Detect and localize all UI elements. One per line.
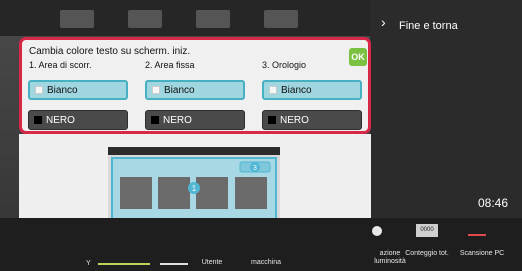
shortcut-chip (128, 10, 162, 28)
black-swatch-icon (34, 116, 42, 124)
column-label-scroll-area: 1. Area di scorr. (29, 60, 92, 70)
chevron-right-icon[interactable]: › (381, 14, 386, 30)
diagram-marker-1-label: 1 (192, 184, 197, 193)
scroll-area-black-option[interactable]: NERO (28, 110, 128, 130)
brightness-icon (372, 226, 382, 236)
dock-item-scan-pc[interactable]: Scansione PC (453, 250, 511, 258)
diagram-top-bar (108, 147, 280, 155)
column-label-clock: 3. Orologio (262, 60, 307, 70)
option-label: NERO (46, 114, 75, 126)
clock-white-option[interactable]: Bianco (262, 80, 362, 100)
option-label: Bianco (164, 84, 195, 96)
white-swatch-icon (152, 86, 160, 94)
diagram-tile (120, 177, 152, 209)
column-label-fixed-area: 2. Area fissa (145, 60, 195, 70)
text-color-settings-panel: Cambia colore testo su scherm. iniz. OK … (19, 37, 371, 134)
dock-item-brightness-line2: luminosità (374, 258, 406, 265)
diagram-tile (158, 177, 190, 209)
toner-y-label: Y (86, 260, 91, 267)
ok-button[interactable]: OK (349, 48, 367, 66)
toner-level-bar (160, 263, 188, 265)
dock-item-brightness-line1: azione (379, 250, 401, 257)
counter-icon: 0000 (416, 224, 438, 237)
black-swatch-icon (268, 116, 276, 124)
option-label: NERO (280, 114, 309, 126)
option-label: Bianco (281, 84, 312, 96)
scroll-area-white-option[interactable]: Bianco (28, 80, 128, 100)
dock-item-machine[interactable]: macchina (246, 259, 286, 267)
top-shortcut-bar (0, 0, 370, 36)
diagram-tile (235, 177, 267, 209)
white-swatch-icon (269, 86, 277, 94)
black-swatch-icon (151, 116, 159, 124)
shortcut-chip (264, 10, 298, 28)
clock-black-option[interactable]: NERO (262, 110, 362, 130)
dock-item-user[interactable]: Utente (199, 259, 225, 267)
diagram-tile (196, 177, 228, 209)
white-swatch-icon (35, 86, 43, 94)
clock-display: 08:46 (478, 196, 509, 210)
option-label: Bianco (47, 84, 78, 96)
scan-pc-icon (468, 228, 486, 236)
shortcut-chip (196, 10, 230, 28)
toner-y-level (98, 263, 150, 265)
fixed-area-black-option[interactable]: NERO (145, 110, 245, 130)
option-label: NERO (163, 114, 192, 126)
panel-title: Cambia colore testo su scherm. iniz. (29, 46, 191, 57)
fine-e-torna-button[interactable]: Fine e torna (399, 20, 458, 32)
fixed-area-white-option[interactable]: Bianco (145, 80, 245, 100)
shortcut-chip (60, 10, 94, 28)
dock-item-total-count[interactable]: Conteggio tot. (401, 250, 453, 258)
diagram-marker-3-label: 3 (253, 165, 257, 172)
